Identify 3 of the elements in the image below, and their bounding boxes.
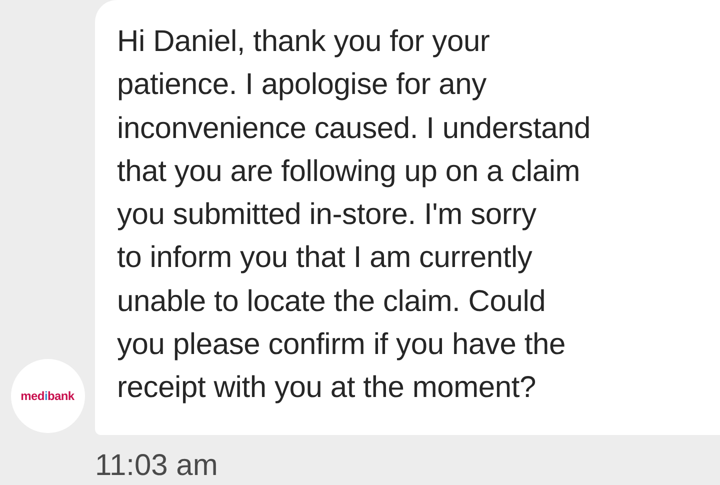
medibank-logo: medibank	[10, 359, 84, 433]
message-text: Hi Daniel, thank you for your patience. I apologise for any inconvenience caused. I understand that you are following up on a claim you submitted in-store. I'm sorry to inform you that I am currently unable to locate the claim. Could you please confirm if you have the receipt with you at the moment?	[117, 24, 592, 406]
timestamp: 11:03 am	[95, 449, 218, 482]
